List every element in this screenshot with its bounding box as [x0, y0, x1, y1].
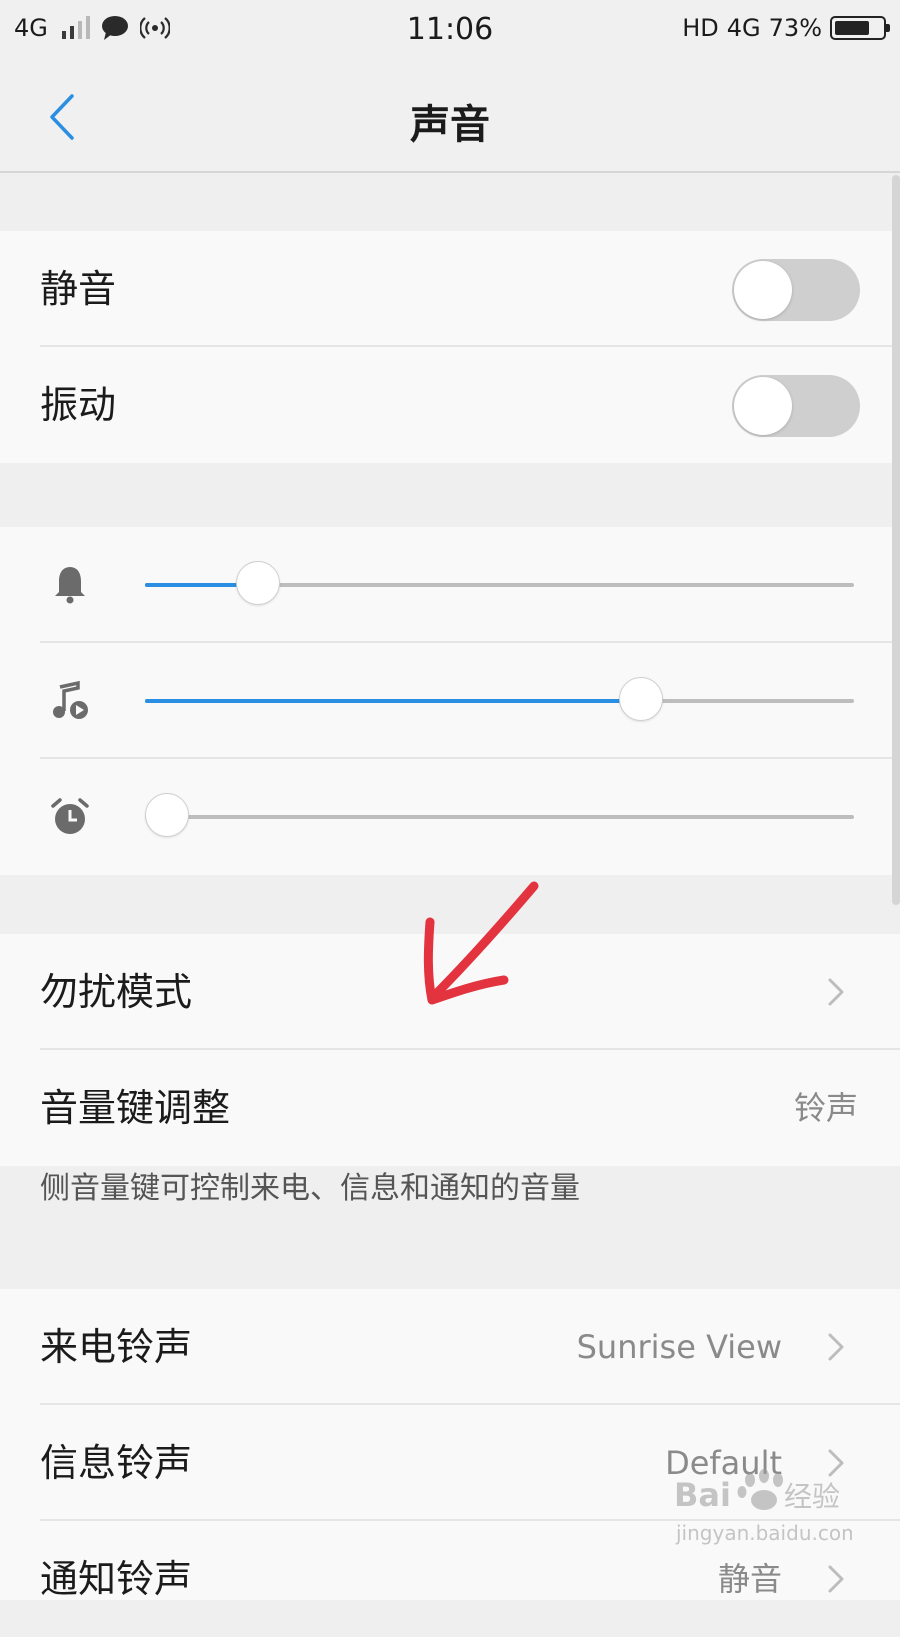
scrollbar[interactable]	[892, 175, 900, 905]
alarm-clock-icon	[51, 798, 89, 834]
mute-toggle[interactable]	[732, 259, 860, 321]
slider-thumb[interactable]	[145, 793, 189, 837]
ringtone-volume-row	[0, 527, 900, 643]
media-volume-row	[0, 643, 900, 759]
media-volume-slider[interactable]	[145, 677, 854, 721]
volume-key-row[interactable]: 音量键调整 铃声	[0, 1050, 900, 1166]
music-icon	[53, 680, 88, 719]
toggle-knob	[734, 377, 792, 435]
network-type-right: 4G	[726, 14, 761, 42]
nav-bar: 声音	[0, 60, 900, 173]
volume-key-label: 音量键调整	[40, 1086, 231, 1130]
volume-key-value: 铃声	[793, 1089, 858, 1127]
ringtone-group: 来电铃声 Sunrise View 信息铃声 Default 通知铃声 静音	[0, 1289, 900, 1601]
toggle-knob	[734, 261, 792, 319]
chevron-right-icon	[828, 1333, 844, 1361]
slider-thumb[interactable]	[236, 561, 281, 605]
baidu-jingyan-watermark: Bai 经验 jingyan.baidu.com	[674, 1469, 852, 1545]
svg-text:jingyan.baidu.com: jingyan.baidu.com	[675, 1521, 852, 1545]
alarm-volume-row	[0, 759, 900, 875]
battery-icon	[830, 16, 890, 40]
hd-indicator: HD	[682, 14, 719, 42]
message-ringtone-label: 信息铃声	[40, 1441, 193, 1485]
mute-row: 静音	[0, 231, 900, 347]
vibrate-toggle[interactable]	[732, 375, 860, 437]
slider-thumb[interactable]	[619, 677, 664, 721]
chevron-right-icon	[828, 978, 844, 1006]
svg-text:Bai: Bai	[674, 1476, 731, 1514]
incoming-ringtone-label: 来电铃声	[40, 1325, 193, 1369]
dnd-label: 勿扰模式	[40, 970, 193, 1014]
vibrate-row: 振动	[0, 347, 900, 463]
vibrate-label: 振动	[40, 383, 117, 427]
slider-fill	[145, 699, 642, 703]
alarm-volume-slider[interactable]	[145, 793, 854, 837]
red-annotation-arrow	[423, 881, 539, 1005]
status-bar: 4G 11:06 HD 4G 73%	[0, 0, 900, 60]
toggle-group: 静音 振动	[0, 231, 900, 463]
incoming-ringtone-value: Sunrise View	[576, 1328, 782, 1366]
volume-group	[0, 527, 900, 875]
status-right: HD 4G 73%	[682, 14, 890, 42]
page-title: 声音	[410, 102, 490, 148]
mute-label: 静音	[40, 267, 117, 311]
chevron-right-icon	[828, 1565, 844, 1593]
incoming-ringtone-row[interactable]: 来电铃声 Sunrise View	[0, 1289, 900, 1405]
battery-percent: 73%	[768, 14, 822, 42]
notification-ringtone-label: 通知铃声	[40, 1557, 193, 1601]
bell-icon	[55, 567, 85, 604]
svg-text:经验: 经验	[784, 1480, 840, 1513]
ringtone-volume-slider[interactable]	[145, 561, 854, 605]
volume-key-caption: 侧音量键可控制来电、信息和通知的音量	[40, 1171, 580, 1206]
